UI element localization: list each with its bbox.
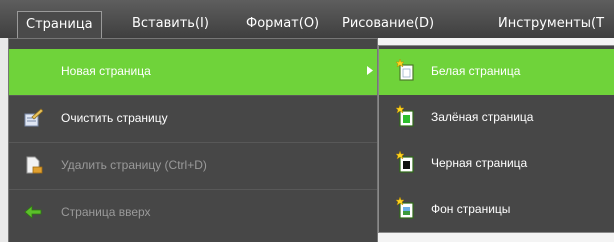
- menu-bar: Страница Вставить(I) Формат(O) Рисование…: [0, 0, 614, 38]
- submenu-item-label: Залёная страница: [431, 110, 534, 124]
- black-page-icon: [395, 151, 414, 173]
- page-background-icon: [395, 197, 414, 219]
- submenu-arrow-icon: [367, 66, 373, 75]
- menu-item-label: Удалить страницу (Ctrl+D): [61, 158, 207, 172]
- menu-item-label: Очистить страницу: [61, 111, 168, 125]
- menu-tools[interactable]: Инструменты(T: [498, 10, 604, 38]
- submenu-item-page-background[interactable]: Фон страницы: [379, 187, 614, 233]
- menu-item-delete-page[interactable]: Удалить страницу (Ctrl+D): [9, 143, 377, 189]
- background-edge: [0, 38, 8, 242]
- menu-drawing[interactable]: Рисование(D): [342, 10, 434, 38]
- delete-page-icon: [26, 156, 43, 174]
- menu-insert[interactable]: Вставить(I): [132, 10, 209, 38]
- menu-item-label: Новая страница: [61, 64, 151, 78]
- page-dropdown-menu: Новая страница Очистить страницу Удалить…: [8, 38, 378, 242]
- menu-page[interactable]: Страница: [17, 11, 102, 38]
- menu-format[interactable]: Формат(O): [246, 10, 319, 38]
- submenu-item-green-page[interactable]: Залёная страница: [379, 95, 614, 141]
- menu-item-new-page[interactable]: Новая страница: [9, 49, 377, 95]
- menu-item-label: Страница вверх: [61, 205, 151, 219]
- menu-item-clear-page[interactable]: Очистить страницу: [9, 96, 377, 142]
- green-page-icon: [395, 105, 414, 127]
- submenu-item-white-page[interactable]: Белая страница: [379, 49, 614, 95]
- submenu-item-black-page[interactable]: Черная страница: [379, 141, 614, 187]
- white-page-icon: [395, 59, 414, 81]
- menu-item-page-up[interactable]: Страница вверх: [9, 190, 377, 236]
- clear-page-icon: [24, 108, 43, 127]
- submenu-item-label: Фон страницы: [431, 202, 511, 216]
- submenu-item-label: Черная страница: [431, 156, 528, 170]
- arrow-up-page-icon: [24, 205, 42, 219]
- new-page-submenu: Белая страница Залёная страница Черная с…: [378, 45, 614, 233]
- submenu-item-label: Белая страница: [431, 64, 521, 78]
